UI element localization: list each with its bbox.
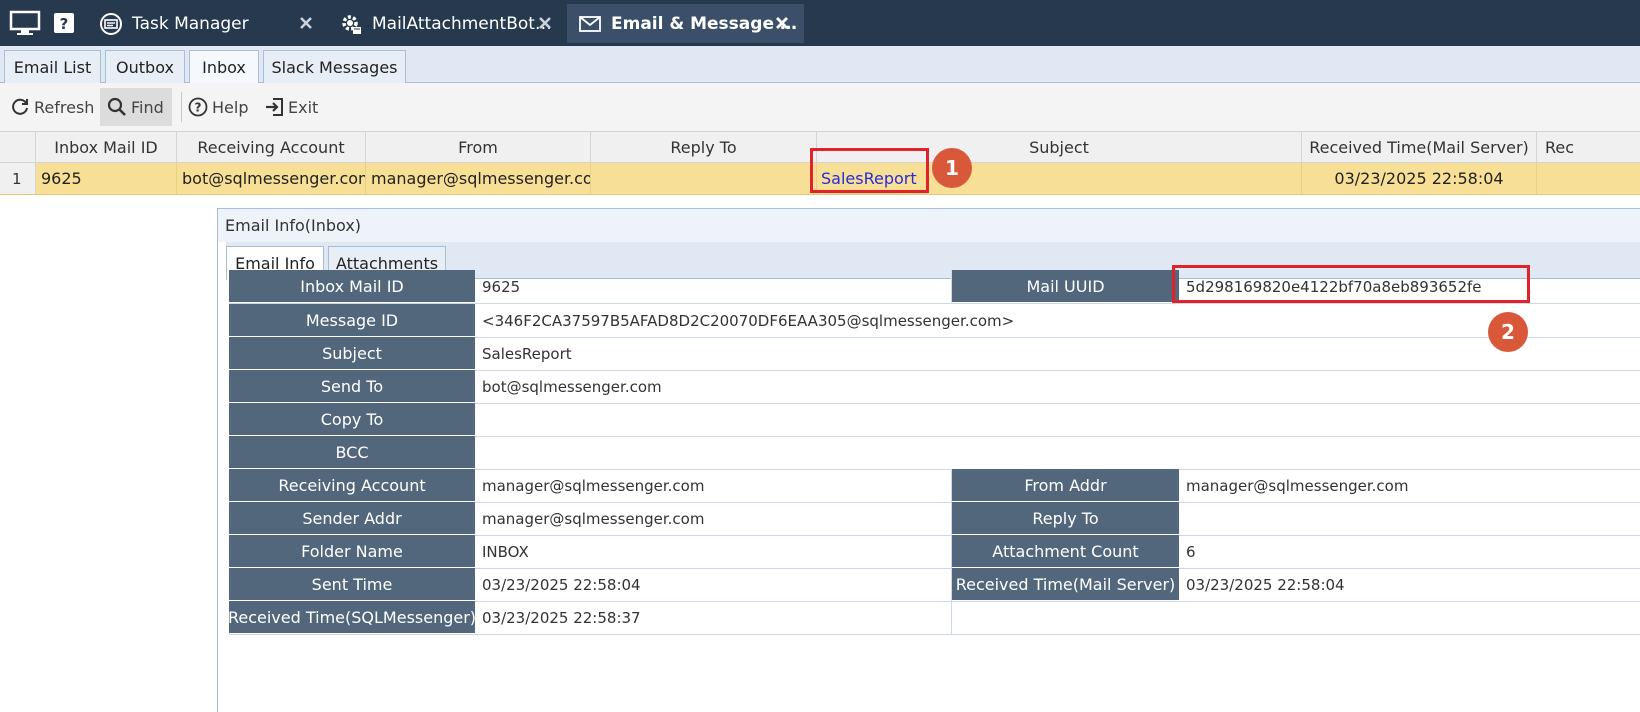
field-row-subject: Subject SalesReport: [229, 337, 1640, 371]
field-value-copy-to[interactable]: [475, 403, 1640, 436]
tab-slack-messages[interactable]: Slack Messages: [263, 50, 406, 83]
module-tabs: Email List Outbox Inbox Slack Messages: [0, 46, 1640, 83]
field-label-send-to: Send To: [229, 370, 475, 403]
row-number: 1: [0, 163, 36, 194]
field-value-message-id[interactable]: <346F2CA37597B5AFAD8D2C20070DF6EAA305@sq…: [475, 304, 1640, 337]
field-row-sender-addr: Sender Addr manager@sqlmessenger.com Rep…: [229, 502, 1640, 536]
field-value-sender-addr[interactable]: manager@sqlmessenger.com: [475, 502, 952, 535]
tab-label: MailAttachmentBot…: [372, 13, 552, 34]
help-button[interactable]: ? Help: [186, 88, 252, 126]
desktop-icon[interactable]: [8, 9, 42, 37]
find-label: Find: [131, 97, 164, 117]
column-header-inbox-mail-id[interactable]: Inbox Mail ID: [36, 132, 177, 163]
field-value-inbox-mail-id[interactable]: 9625: [475, 270, 952, 303]
field-label-receiving-account: Receiving Account: [229, 469, 475, 502]
envelope-icon: [577, 11, 603, 37]
column-header-reply-to[interactable]: Reply To: [591, 132, 817, 163]
question-circle-icon: ?: [188, 97, 208, 117]
field-label-received-time-sqlm: Received Time(SQLMessenger): [228, 601, 476, 634]
exit-label: Exit: [288, 97, 319, 117]
field-label-sent-time: Sent Time: [229, 568, 475, 601]
refresh-button[interactable]: Refresh: [6, 88, 96, 126]
field-value-bcc[interactable]: [475, 436, 1640, 469]
find-button[interactable]: Find: [100, 88, 172, 126]
tab-label: Task Manager: [132, 13, 249, 34]
field-value-sent-time[interactable]: 03/23/2025 22:58:04: [475, 568, 952, 601]
field-value-received-time-server[interactable]: 03/23/2025 22:58:04: [1179, 568, 1640, 601]
task-manager-icon: [98, 11, 124, 37]
field-value-received-time-sqlm[interactable]: 03/23/2025 22:58:37: [475, 601, 952, 634]
refresh-label: Refresh: [34, 97, 95, 117]
field-value-subject[interactable]: SalesReport: [475, 337, 1640, 370]
tab-email-message[interactable]: Email & Message …: [567, 4, 804, 43]
cell-inbox-mail-id[interactable]: 9625: [36, 163, 177, 194]
field-label-reply-to: Reply To: [952, 502, 1179, 535]
field-label-mail-uuid: Mail UUID: [952, 270, 1179, 303]
cell-rec[interactable]: [1537, 163, 1640, 194]
field-label-attachment-count: Attachment Count: [952, 535, 1179, 568]
column-header-from[interactable]: From: [366, 132, 591, 163]
help-label: Help: [212, 97, 249, 117]
field-row-copy-to: Copy To: [229, 403, 1640, 437]
field-label-message-id: Message ID: [229, 304, 475, 337]
field-row-sent-time: Sent Time 03/23/2025 22:58:04 Received T…: [229, 568, 1640, 602]
svg-text:?: ?: [195, 101, 202, 115]
exit-icon: [264, 97, 284, 117]
toolbar-separator: [181, 92, 182, 122]
close-icon[interactable]: [535, 13, 555, 33]
field-label-folder-name: Folder Name: [229, 535, 475, 568]
cell-receiving-account[interactable]: bot@sqlmessenger.com: [177, 163, 366, 194]
cell-reply-to[interactable]: [591, 163, 817, 194]
app-tab-bar: ? Task Manager MailAttachmentBot… Email …: [0, 0, 1640, 46]
column-header-rownum: [0, 132, 36, 163]
tab-task-manager[interactable]: Task Manager: [88, 4, 328, 43]
tab-outbox[interactable]: Outbox: [105, 50, 185, 83]
field-label-bcc: BCC: [229, 436, 475, 469]
tab-email-list[interactable]: Email List: [4, 50, 101, 83]
field-row-received-time-sqlm: Received Time(SQLMessenger) 03/23/2025 2…: [228, 601, 1640, 635]
field-value-attachment-count[interactable]: 6: [1179, 535, 1640, 568]
step-badge-1: 1: [932, 148, 972, 188]
field-row-send-to: Send To bot@sqlmessenger.com: [229, 370, 1640, 404]
close-icon[interactable]: [772, 13, 792, 33]
step-badge-2: 2: [1488, 312, 1528, 352]
close-icon[interactable]: [296, 13, 316, 33]
exit-button[interactable]: Exit: [262, 88, 322, 126]
field-value-reply-to[interactable]: [1179, 502, 1640, 535]
gear-icon: [338, 11, 364, 37]
uuid-highlight-box: [1172, 265, 1530, 303]
field-row-folder-name: Folder Name INBOX Attachment Count 6: [229, 535, 1640, 569]
field-row-message-id: Message ID <346F2CA37597B5AFAD8D2C20070D…: [229, 304, 1640, 338]
field-row-receiving-account: Receiving Account manager@sqlmessenger.c…: [229, 469, 1640, 503]
help-icon[interactable]: ?: [53, 9, 75, 37]
field-row-bcc: BCC: [229, 436, 1640, 470]
tab-mail-attachment-bot[interactable]: MailAttachmentBot…: [328, 4, 567, 43]
field-label-sender-addr: Sender Addr: [229, 502, 475, 535]
field-label-received-time-server: Received Time(Mail Server): [952, 568, 1179, 601]
field-value-receiving-account[interactable]: manager@sqlmessenger.com: [475, 469, 952, 502]
field-value-from-addr[interactable]: manager@sqlmessenger.com: [1179, 469, 1640, 502]
field-label-inbox-mail-id: Inbox Mail ID: [229, 270, 475, 303]
field-value-send-to[interactable]: bot@sqlmessenger.com: [475, 370, 1640, 403]
search-icon: [107, 97, 127, 117]
svg-text:?: ?: [60, 15, 69, 33]
subject-highlight-box: [810, 148, 929, 193]
cell-received-time[interactable]: 03/23/2025 22:58:04: [1302, 163, 1537, 194]
panel-title: Email Info(Inbox): [218, 209, 1640, 242]
toolbar: Refresh Find ? Help Exit: [0, 83, 1640, 131]
cell-from[interactable]: manager@sqlmessenger.com: [366, 163, 591, 194]
refresh-icon: [10, 97, 30, 117]
column-header-rec[interactable]: Rec: [1537, 132, 1640, 163]
field-label-subject: Subject: [229, 337, 475, 370]
column-header-received-time[interactable]: Received Time(Mail Server): [1302, 132, 1537, 163]
field-label-copy-to: Copy To: [229, 403, 475, 436]
tab-inbox[interactable]: Inbox: [189, 50, 259, 83]
field-label-from-addr: From Addr: [952, 469, 1179, 502]
tab-label: Email & Message …: [611, 13, 797, 34]
column-header-receiving-account[interactable]: Receiving Account: [177, 132, 366, 163]
field-value-folder-name[interactable]: INBOX: [475, 535, 952, 568]
